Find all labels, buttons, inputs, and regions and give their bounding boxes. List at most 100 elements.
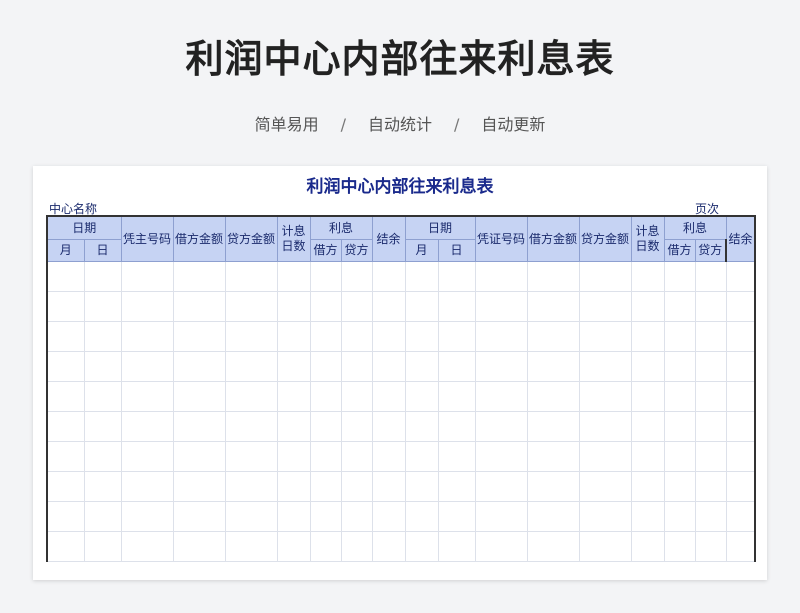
table-cell[interactable] [474, 291, 528, 322]
table-cell[interactable] [694, 501, 727, 532]
table-cell[interactable] [663, 441, 696, 472]
table-cell[interactable] [663, 261, 696, 292]
table-cell[interactable] [309, 351, 342, 382]
table-cell[interactable] [371, 291, 406, 322]
table-cell[interactable] [630, 261, 665, 292]
table-cell[interactable] [83, 381, 122, 412]
table-cell[interactable] [694, 411, 727, 442]
table-cell[interactable] [578, 291, 632, 322]
table-cell[interactable] [224, 261, 278, 292]
table-cell[interactable] [371, 441, 406, 472]
table-cell[interactable] [526, 501, 580, 532]
table-cell[interactable] [46, 291, 85, 322]
table-cell[interactable] [526, 291, 580, 322]
table-cell[interactable] [437, 291, 476, 322]
table-cell[interactable] [371, 351, 406, 382]
table-cell[interactable] [371, 501, 406, 532]
table-cell[interactable] [578, 351, 632, 382]
table-cell[interactable] [663, 501, 696, 532]
table-cell[interactable] [437, 501, 476, 532]
table-cell[interactable] [694, 531, 727, 562]
table-cell[interactable] [663, 351, 696, 382]
table-cell[interactable] [578, 501, 632, 532]
table-cell[interactable] [120, 291, 174, 322]
table-cell[interactable] [371, 531, 406, 562]
table-cell[interactable] [340, 471, 373, 502]
table-cell[interactable] [526, 441, 580, 472]
table-cell[interactable] [474, 351, 528, 382]
table-cell[interactable] [578, 441, 632, 472]
table-cell[interactable] [172, 531, 226, 562]
table-cell[interactable] [340, 291, 373, 322]
table-cell[interactable] [404, 501, 439, 532]
table-cell[interactable] [437, 351, 476, 382]
table-cell[interactable] [694, 441, 727, 472]
table-cell[interactable] [224, 441, 278, 472]
table-cell[interactable] [630, 381, 665, 412]
table-cell[interactable] [404, 291, 439, 322]
table-cell[interactable] [526, 531, 580, 562]
table-cell[interactable] [371, 471, 406, 502]
table-cell[interactable] [46, 531, 85, 562]
table-cell[interactable] [663, 531, 696, 562]
table-cell[interactable] [725, 501, 756, 532]
table-cell[interactable] [224, 291, 278, 322]
table-cell[interactable] [83, 291, 122, 322]
table-cell[interactable] [437, 441, 476, 472]
table-cell[interactable] [120, 441, 174, 472]
table-cell[interactable] [725, 351, 756, 382]
table-cell[interactable] [276, 351, 311, 382]
table-cell[interactable] [340, 321, 373, 352]
table-cell[interactable] [46, 411, 85, 442]
table-cell[interactable] [725, 441, 756, 472]
table-cell[interactable] [578, 261, 632, 292]
table-cell[interactable] [404, 531, 439, 562]
table-cell[interactable] [309, 501, 342, 532]
table-cell[interactable] [725, 471, 756, 502]
table-cell[interactable] [309, 261, 342, 292]
table-cell[interactable] [404, 321, 439, 352]
table-cell[interactable] [630, 501, 665, 532]
table-cell[interactable] [474, 501, 528, 532]
table-cell[interactable] [224, 351, 278, 382]
table-cell[interactable] [437, 411, 476, 442]
table-cell[interactable] [340, 351, 373, 382]
table-cell[interactable] [578, 471, 632, 502]
table-cell[interactable] [474, 261, 528, 292]
table-cell[interactable] [526, 411, 580, 442]
table-cell[interactable] [172, 441, 226, 472]
table-cell[interactable] [630, 471, 665, 502]
table-cell[interactable] [404, 381, 439, 412]
table-cell[interactable] [630, 291, 665, 322]
table-cell[interactable] [663, 471, 696, 502]
table-cell[interactable] [276, 501, 311, 532]
table-cell[interactable] [172, 291, 226, 322]
table-cell[interactable] [725, 531, 756, 562]
table-cell[interactable] [172, 381, 226, 412]
table-cell[interactable] [46, 321, 85, 352]
table-cell[interactable] [404, 471, 439, 502]
table-cell[interactable] [83, 531, 122, 562]
table-cell[interactable] [725, 381, 756, 412]
table-cell[interactable] [578, 411, 632, 442]
table-cell[interactable] [46, 441, 85, 472]
table-cell[interactable] [120, 351, 174, 382]
table-cell[interactable] [172, 351, 226, 382]
table-cell[interactable] [474, 381, 528, 412]
table-cell[interactable] [309, 321, 342, 352]
table-cell[interactable] [630, 321, 665, 352]
table-cell[interactable] [371, 261, 406, 292]
table-cell[interactable] [694, 321, 727, 352]
table-cell[interactable] [276, 321, 311, 352]
table-cell[interactable] [437, 381, 476, 412]
table-cell[interactable] [526, 261, 580, 292]
table-cell[interactable] [46, 501, 85, 532]
table-cell[interactable] [83, 471, 122, 502]
table-cell[interactable] [120, 321, 174, 352]
table-cell[interactable] [663, 411, 696, 442]
table-cell[interactable] [437, 261, 476, 292]
table-cell[interactable] [725, 321, 756, 352]
table-cell[interactable] [526, 381, 580, 412]
table-cell[interactable] [120, 531, 174, 562]
table-cell[interactable] [46, 381, 85, 412]
